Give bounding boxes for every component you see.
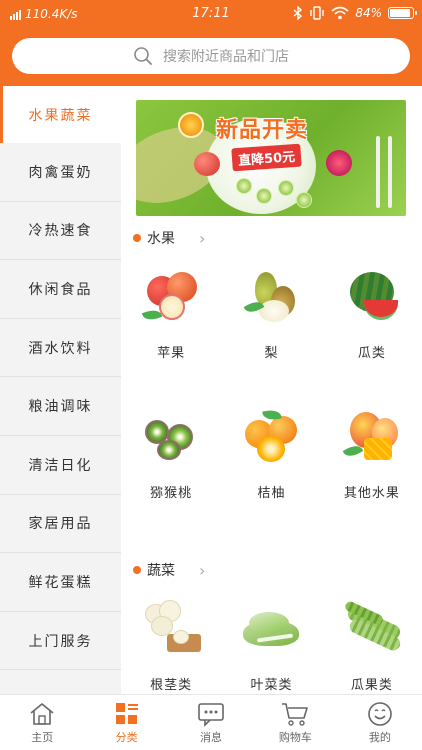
category-label: 叶菜类 (250, 678, 293, 693)
fork-icon (376, 136, 380, 208)
category-label: 猕猴桃 (150, 486, 193, 501)
category-label: 瓜果类 (350, 678, 393, 693)
category-label: 其他水果 (343, 486, 400, 501)
category-tile-apple[interactable]: 苹果 (121, 254, 221, 394)
category-sidebar: 水果蔬菜 肉禽蛋奶 冷热速食 休闲食品 酒水饮料 粮油调味 清洁日化 家居用品 … (0, 86, 121, 694)
sidebar-item-drinks[interactable]: 酒水饮料 (0, 319, 121, 378)
bluetooth-icon (293, 6, 303, 20)
sidebar-item-label: 清洁日化 (28, 457, 93, 474)
orange-icon (241, 406, 301, 466)
nav-category[interactable]: 分类 (84, 695, 168, 750)
sidebar-item-label: 冷热速食 (28, 223, 93, 240)
battery-icon (388, 7, 417, 19)
section-title: 水果 (147, 231, 175, 247)
cauliflower-icon (141, 598, 202, 658)
section-header-fruits[interactable]: 水果 › (133, 228, 205, 248)
category-label: 苹果 (157, 346, 186, 361)
message-icon (198, 702, 224, 727)
cart-icon (282, 702, 309, 726)
category-label: 梨 (264, 346, 279, 361)
fig-icon (326, 150, 352, 176)
category-tile-leafy-vegetables[interactable]: 叶菜类 (221, 586, 321, 694)
category-tile-kiwi[interactable]: 猕猴桃 (121, 394, 221, 534)
nav-label: 消息 (200, 730, 223, 744)
fruit-grid: 苹果 梨 瓜类 猕猴桃 桔柚 其他水果 (121, 254, 422, 534)
section-header-vegetables[interactable]: 蔬菜 › (133, 560, 205, 580)
nav-cart[interactable]: 购物车 (253, 695, 337, 750)
nav-home[interactable]: 主页 (0, 695, 84, 750)
bitter-gourd-icon (342, 598, 403, 658)
battery-level (390, 9, 411, 17)
section-title: 蔬菜 (147, 563, 175, 579)
nav-messages[interactable]: 消息 (169, 695, 253, 750)
apple-icon (194, 152, 220, 176)
bottom-nav: 主页 分类 消息 购物车 我的 (0, 694, 422, 750)
sidebar-item-label: 家居用品 (28, 516, 93, 533)
chevron-right-icon: › (199, 228, 206, 248)
category-tile-root-vegetables[interactable]: 根茎类 (121, 586, 221, 694)
nav-label: 购物车 (278, 730, 312, 744)
sidebar-item-snacks[interactable]: 休闲食品 (0, 260, 121, 319)
nav-label: 我的 (368, 730, 391, 744)
sidebar-item-fast-food[interactable]: 冷热速食 (0, 202, 121, 261)
sidebar-item-flowers-cakes[interactable]: 鲜花蛋糕 (0, 553, 121, 612)
vibrate-icon (310, 6, 325, 20)
banner-subtitle: 直降50元 (231, 143, 302, 172)
mango-icon (342, 406, 402, 466)
knife-icon (388, 136, 392, 208)
status-right: 84% (293, 6, 417, 20)
nav-label: 分类 (115, 730, 138, 744)
apple-icon (141, 266, 201, 326)
banner-title: 新品开卖 (216, 118, 309, 143)
sidebar-item-label: 鲜花蛋糕 (28, 574, 93, 591)
nav-profile[interactable]: 我的 (338, 695, 422, 750)
section-dot-icon (133, 566, 141, 574)
lime-icon (278, 180, 294, 196)
search-icon (134, 47, 152, 65)
category-label: 桔柚 (257, 486, 286, 501)
wifi-icon (331, 6, 349, 20)
sidebar-item-label: 酒水饮料 (28, 340, 93, 357)
lime-icon (296, 192, 312, 208)
pear-icon (241, 266, 301, 326)
search-placeholder: 搜索附近商品和门店 (163, 49, 289, 65)
sidebar-item-household[interactable]: 家居用品 (0, 495, 121, 554)
status-bar: 110.4K/s 17:11 84% (0, 0, 422, 28)
watermelon-icon (342, 266, 402, 326)
lime-icon (236, 178, 252, 194)
category-label: 瓜类 (357, 346, 386, 361)
sidebar-item-fruits-vegetables[interactable]: 水果蔬菜 (0, 86, 121, 143)
battery-percent: 84% (355, 6, 382, 20)
sidebar-item-label: 上门服务 (28, 633, 93, 650)
category-tile-other-fruit[interactable]: 其他水果 (322, 394, 422, 534)
profile-icon (368, 701, 392, 726)
category-tile-melon[interactable]: 瓜类 (322, 254, 422, 394)
sidebar-item-home-service[interactable]: 上门服务 (0, 612, 121, 671)
sidebar-item-cleaning[interactable]: 清洁日化 (0, 436, 121, 495)
category-content: 新品开卖 直降50元 水果 › 苹果 梨 瓜类 猕猴桃 桔柚 其他水果 蔬菜 ›… (121, 86, 422, 694)
category-label: 根茎类 (150, 678, 193, 693)
category-tile-citrus[interactable]: 桔柚 (221, 394, 321, 534)
section-dot-icon (133, 234, 141, 242)
header: 110.4K/s 17:11 84% 搜索附近商品和门店 (0, 0, 422, 86)
lettuce-icon (241, 598, 301, 658)
chevron-right-icon: › (199, 560, 206, 580)
orange-slice-icon (178, 112, 204, 138)
category-icon (115, 702, 138, 724)
home-icon (30, 702, 54, 725)
nav-label: 主页 (31, 730, 54, 744)
promo-banner[interactable]: 新品开卖 直降50元 (136, 100, 406, 216)
sidebar-item-label: 肉禽蛋奶 (28, 164, 93, 181)
sidebar-item-label: 休闲食品 (28, 281, 93, 298)
sidebar-item-label: 粮油调味 (28, 399, 93, 416)
kiwi-icon (141, 406, 201, 466)
sidebar-item-label: 水果蔬菜 (28, 107, 93, 124)
search-bar[interactable]: 搜索附近商品和门店 (12, 38, 410, 74)
lime-icon (256, 188, 272, 204)
category-tile-pear[interactable]: 梨 (221, 254, 321, 394)
sidebar-item-meat-eggs-dairy[interactable]: 肉禽蛋奶 (0, 143, 121, 202)
sidebar-item-grain-oil[interactable]: 粮油调味 (0, 377, 121, 436)
vegetable-grid: 根茎类 叶菜类 瓜果类 (121, 586, 422, 694)
category-tile-gourd-vegetables[interactable]: 瓜果类 (322, 586, 422, 694)
